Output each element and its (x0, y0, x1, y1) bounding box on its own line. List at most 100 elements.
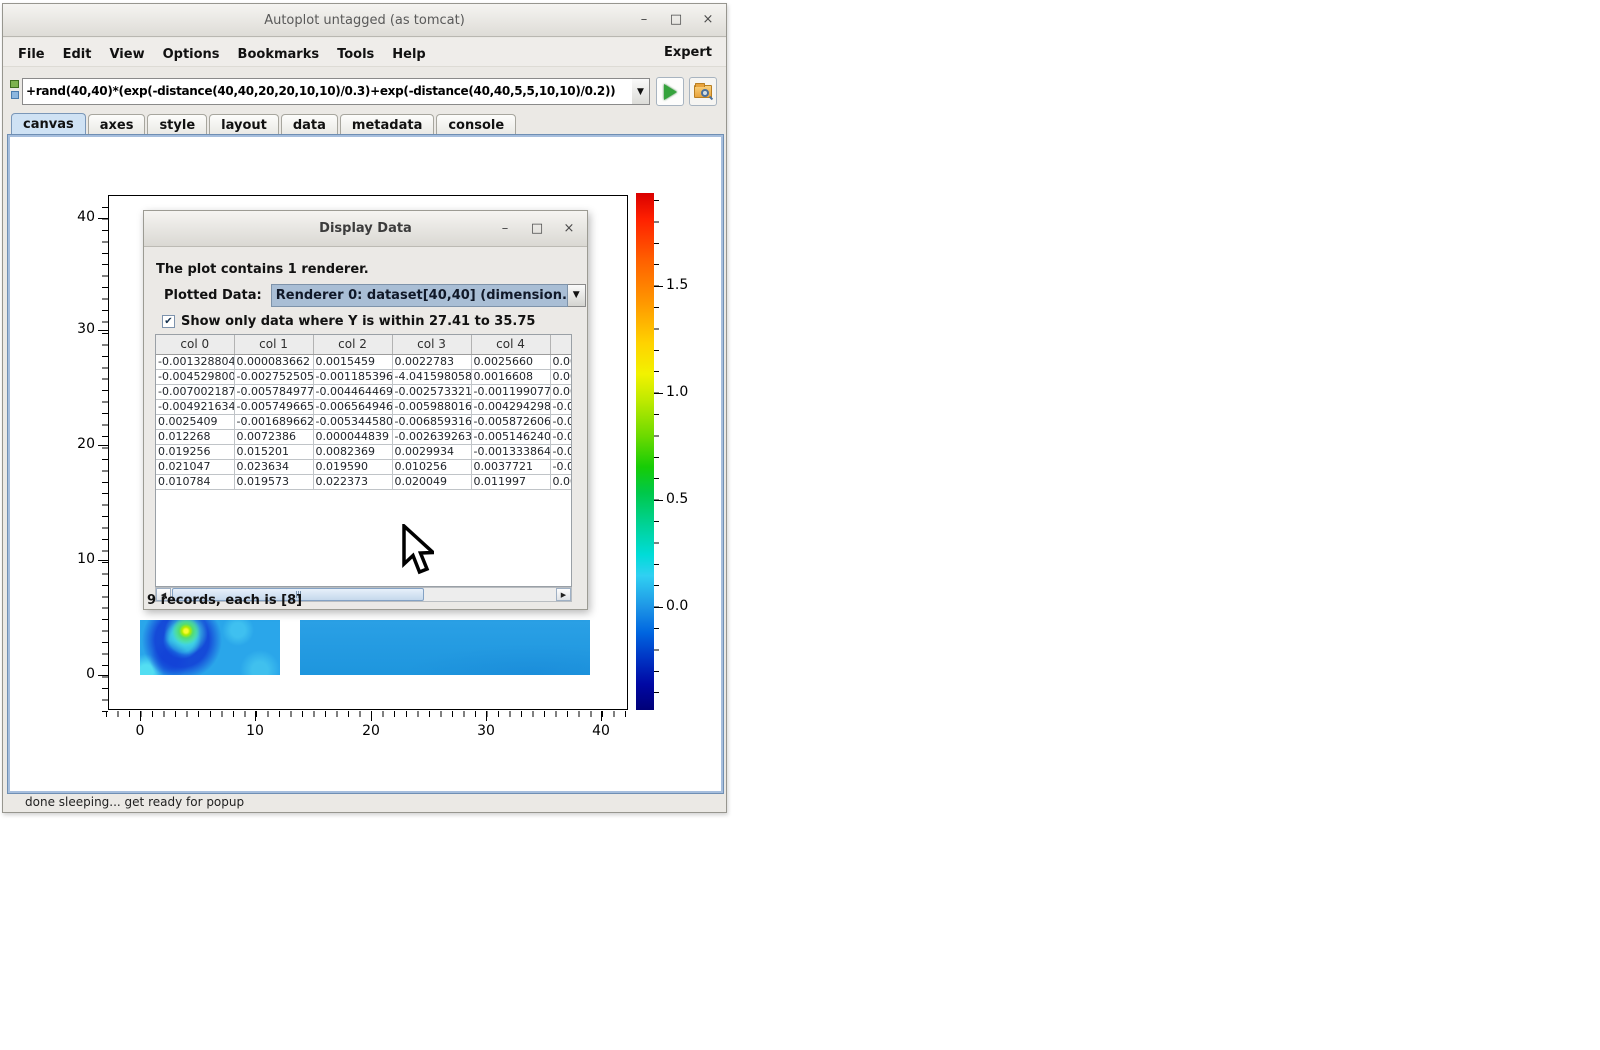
go-button[interactable] (656, 77, 684, 106)
colorbar-tick-label: 1.5 (666, 277, 688, 293)
scroll-right-icon[interactable]: ▶ (556, 588, 571, 601)
minimize-icon[interactable]: – (636, 12, 652, 28)
table-cell[interactable]: -0.002573321... (392, 384, 471, 399)
table-cell[interactable]: 0.0025409 (156, 414, 234, 429)
table-cell[interactable]: 0.023634 (234, 459, 313, 474)
table-cell[interactable]: -0.005988016... (392, 399, 471, 414)
table-cell[interactable]: -0.0 (550, 399, 572, 414)
table-cell[interactable]: -0.001185396... (313, 369, 392, 384)
table-cell[interactable]: 0.021047 (156, 459, 234, 474)
table-cell[interactable]: 0.015201 (234, 444, 313, 459)
table-cell[interactable]: 0.0015459 (313, 354, 392, 369)
table-cell[interactable]: -0.004464469... (313, 384, 392, 399)
tab-layout[interactable]: layout (209, 114, 279, 135)
table-cell[interactable]: -0.004529800... (156, 369, 234, 384)
dialog-minimize-icon[interactable]: – (497, 221, 513, 237)
table-cell[interactable]: -0.0 (550, 429, 572, 444)
table-cell[interactable]: 0.00 (550, 474, 572, 489)
tab-axes[interactable]: axes (88, 114, 146, 135)
table-cell[interactable]: 0.0029934 (392, 444, 471, 459)
column-header[interactable]: col 0 (156, 335, 234, 354)
table-cell[interactable]: -0.0 (550, 414, 572, 429)
table-cell[interactable]: -0.001328804... (156, 354, 234, 369)
table-cell[interactable]: 0.0037721 (471, 459, 550, 474)
table-cell[interactable]: -0.004294298... (471, 399, 550, 414)
table-cell[interactable]: 0.000044839 (313, 429, 392, 444)
table-cell[interactable]: -0.005146240... (471, 429, 550, 444)
column-header[interactable]: col 1 (234, 335, 313, 354)
tab-canvas[interactable]: canvas (11, 113, 86, 135)
table-cell[interactable]: 0.0082369 (313, 444, 392, 459)
table-cell[interactable]: 0.019573 (234, 474, 313, 489)
table-cell[interactable]: 0.022373 (313, 474, 392, 489)
table-cell[interactable]: -0.004921634... (156, 399, 234, 414)
table-cell[interactable]: 0.019256 (156, 444, 234, 459)
table-cell[interactable]: 0.012268 (156, 429, 234, 444)
tab-data[interactable]: data (281, 114, 338, 135)
table-row: 0.0122680.00723860.000044839-0.002639263… (156, 429, 572, 444)
table-cell[interactable]: 0.019590 (313, 459, 392, 474)
table-cell[interactable]: -0.005749665... (234, 399, 313, 414)
table-cell[interactable]: -0.002639263... (392, 429, 471, 444)
maximize-icon[interactable]: □ (668, 12, 684, 28)
table-cell[interactable]: -0.001689662... (234, 414, 313, 429)
mouse-cursor-icon (400, 524, 434, 580)
table-cell[interactable]: -0.002752505... (234, 369, 313, 384)
menu-item-bookmarks[interactable]: Bookmarks (229, 43, 329, 66)
table-cell[interactable]: 0.010784 (156, 474, 234, 489)
table-cell[interactable]: 0.0016608 (471, 369, 550, 384)
x-tick-label: 20 (351, 723, 391, 739)
uri-input[interactable]: +rand(40,40)*(exp(-distance(40,40,20,20,… (22, 78, 633, 105)
filter-checkbox[interactable]: ✔ (162, 315, 175, 328)
datasource-type-icon[interactable] (8, 80, 22, 102)
dialog-titlebar[interactable]: Display Data – □ × (144, 211, 587, 247)
table-cell[interactable]: -0.001333864... (471, 444, 550, 459)
menu-item-help[interactable]: Help (383, 43, 434, 66)
column-header[interactable]: col 3 (392, 335, 471, 354)
table-cell[interactable]: 0.0072386 (234, 429, 313, 444)
plotted-data-combobox[interactable]: Renderer 0: dataset[40,40] (dimension... (271, 284, 568, 307)
menu-item-view[interactable]: View (100, 43, 153, 66)
table-cell[interactable]: -0.0 (550, 459, 572, 474)
table-cell[interactable]: -0.006859316... (392, 414, 471, 429)
tab-style[interactable]: style (147, 114, 207, 135)
table-cell[interactable]: -0.007002187... (156, 384, 234, 399)
expert-menu[interactable]: Expert (664, 45, 720, 60)
table-cell[interactable]: 0.00 (550, 369, 572, 384)
table-cell[interactable]: 0.010256 (392, 459, 471, 474)
table-cell[interactable]: 0.00 (550, 384, 572, 399)
menu-item-tools[interactable]: Tools (328, 43, 383, 66)
table-cell[interactable]: -0.005344580... (313, 414, 392, 429)
dialog-maximize-icon[interactable]: □ (529, 221, 545, 237)
close-icon[interactable]: × (700, 12, 716, 28)
data-table: col 0col 1col 2col 3col 4 -0.001328804..… (156, 335, 572, 490)
table-cell[interactable]: -0.001199077... (471, 384, 550, 399)
table-cell[interactable]: 0.011997 (471, 474, 550, 489)
column-header[interactable]: col 4 (471, 335, 550, 354)
table-cell[interactable]: -4.041598058... (392, 369, 471, 384)
column-header[interactable]: col 2 (313, 335, 392, 354)
table-cell[interactable]: -0.005784977... (234, 384, 313, 399)
dialog-close-icon[interactable]: × (561, 221, 577, 237)
table-row: -0.004529800...-0.002752505...-0.0011853… (156, 369, 572, 384)
table-cell[interactable]: -0.005872606... (471, 414, 550, 429)
column-header[interactable] (550, 335, 572, 354)
menu-item-edit[interactable]: Edit (54, 43, 101, 66)
inspect-uri-button[interactable] (689, 77, 717, 106)
menu-item-file[interactable]: File (9, 43, 54, 66)
records-summary: 9 records, each is [8] (147, 593, 302, 608)
table-cell[interactable]: -0.006564946... (313, 399, 392, 414)
window-titlebar[interactable]: Autoplot untagged (as tomcat) – □ × (3, 4, 726, 37)
tab-console[interactable]: console (436, 114, 516, 135)
menu-item-options[interactable]: Options (154, 43, 229, 66)
uri-dropdown-icon[interactable]: ▼ (632, 78, 650, 105)
table-cell[interactable]: 0.00 (550, 354, 572, 369)
combobox-arrow-icon[interactable]: ▼ (568, 284, 586, 307)
tab-metadata[interactable]: metadata (340, 114, 434, 135)
table-cell[interactable]: 0.000083662 (234, 354, 313, 369)
table-cell[interactable]: 0.0025660 (471, 354, 550, 369)
table-cell[interactable]: 0.020049 (392, 474, 471, 489)
table-cell[interactable]: -0.0 (550, 444, 572, 459)
y-tick-label: 0 (61, 666, 95, 682)
table-cell[interactable]: 0.0022783 (392, 354, 471, 369)
